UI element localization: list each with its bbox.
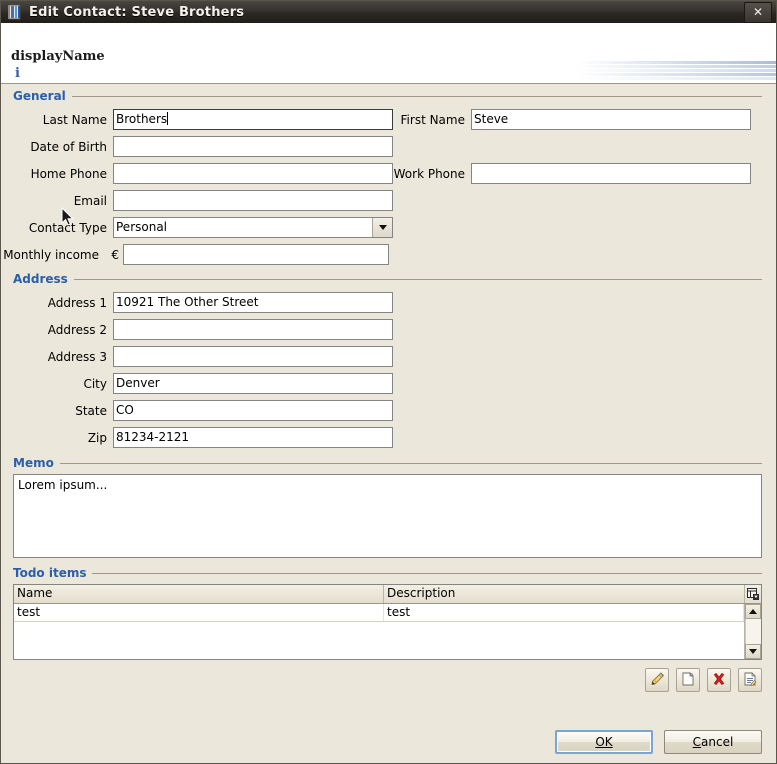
title-bar: Edit Contact: Steve Brothers ✕ (1, 1, 776, 23)
todo-group-title: Todo items (13, 566, 87, 580)
row-address3: Address 3 (1, 343, 776, 370)
new-document-icon (680, 671, 696, 690)
table-body: test test (14, 604, 761, 659)
address1-input[interactable]: 10921 The Other Street (113, 292, 393, 313)
new-item-button[interactable] (676, 668, 700, 692)
text-caret (167, 112, 169, 125)
scroll-down-arrow-icon[interactable] (745, 644, 761, 659)
cell-description: test (384, 604, 744, 621)
address-book-icon (7, 4, 23, 20)
row-address2: Address 2 (1, 316, 776, 343)
pencil-icon (649, 671, 665, 690)
monthly-income-label: Monthly income (3, 247, 99, 262)
column-header-description[interactable]: Description (384, 585, 745, 603)
cancel-mnemonic: C (692, 735, 702, 749)
row-dob: Date of Birth (1, 133, 776, 160)
row-email: Email (1, 187, 776, 214)
general-group-header: General (13, 88, 762, 104)
monthly-income-input[interactable] (123, 244, 389, 265)
edit-contact-dialog: Edit Contact: Steve Brothers ✕ displayNa… (0, 0, 777, 764)
memo-group-header: Memo (13, 455, 762, 471)
details-item-button[interactable] (738, 668, 762, 692)
city-input[interactable]: Denver (113, 373, 393, 394)
cancel-rest: ancel (701, 735, 734, 749)
group-divider (71, 95, 762, 97)
last-name-value: Brothers (116, 112, 168, 126)
column-chooser-icon[interactable] (745, 585, 761, 603)
row-phones: Home Phone Work Phone (1, 160, 776, 187)
ok-button-label: OK (595, 735, 613, 749)
row-zip: Zip 81234-2121 (1, 424, 776, 451)
first-name-label: First Name (400, 112, 465, 127)
address2-label: Address 2 (47, 322, 107, 337)
table-header-row: Name Description (14, 585, 761, 604)
group-divider (92, 572, 762, 574)
table-rows: test test (14, 604, 744, 659)
date-of-birth-input[interactable] (113, 136, 393, 157)
euro-currency-icon: € (111, 247, 119, 262)
state-input[interactable]: CO (113, 400, 393, 421)
email-label: Email (73, 193, 107, 208)
contact-type-value: Personal (114, 218, 372, 237)
date-of-birth-label: Date of Birth (30, 139, 107, 154)
address1-label: Address 1 (47, 295, 107, 310)
address2-input[interactable] (113, 319, 393, 340)
table-row[interactable]: test test (14, 604, 744, 622)
banner-decoration-stripes (576, 61, 776, 80)
address-group-title: Address (13, 272, 68, 286)
city-label: City (83, 376, 107, 391)
home-phone-label: Home Phone (30, 166, 107, 181)
column-header-name[interactable]: Name (14, 585, 384, 603)
first-name-input[interactable]: Steve (471, 109, 751, 130)
ok-button[interactable]: OK (555, 730, 653, 754)
row-monthly-income: Monthly income € (1, 241, 776, 268)
edit-item-button[interactable] (645, 668, 669, 692)
document-details-icon (742, 671, 758, 690)
zip-label: Zip (87, 430, 107, 445)
chevron-down-icon[interactable] (372, 218, 392, 237)
memo-textarea[interactable]: Lorem ipsum... (13, 474, 762, 558)
todo-items-table: Name Description test test (13, 584, 762, 660)
scroll-up-arrow-icon[interactable] (745, 604, 761, 619)
group-divider (73, 278, 762, 280)
close-icon[interactable]: ✕ (744, 1, 772, 23)
last-name-input[interactable]: Brothers (113, 109, 393, 130)
general-group-title: General (13, 89, 66, 103)
cancel-button-label: Cancel (693, 735, 734, 749)
address3-label: Address 3 (47, 349, 107, 364)
dialog-banner: displayName i (1, 23, 776, 84)
banner-title: displayName (11, 49, 105, 64)
todo-toolbar (1, 668, 762, 692)
window-title: Edit Contact: Steve Brothers (29, 4, 245, 20)
dialog-button-bar: OK Cancel (555, 730, 762, 754)
address-group-header: Address (13, 271, 762, 287)
memo-group-title: Memo (13, 456, 54, 470)
delete-item-button[interactable] (707, 668, 731, 692)
zip-input[interactable]: 81234-2121 (113, 427, 393, 448)
dialog-content: General Last Name Brothers First Name St… (1, 88, 776, 763)
contact-type-select[interactable]: Personal (113, 217, 393, 238)
group-divider (59, 462, 762, 464)
work-phone-label: Work Phone (393, 166, 465, 181)
state-label: State (75, 403, 107, 418)
home-phone-input[interactable] (113, 163, 393, 184)
address3-input[interactable] (113, 346, 393, 367)
row-contact-type: Contact Type Personal (1, 214, 776, 241)
cancel-button[interactable]: Cancel (664, 730, 762, 754)
last-name-label: Last Name (42, 112, 107, 127)
red-x-icon (711, 671, 727, 690)
scrollbar-track[interactable] (745, 619, 761, 644)
row-state: State CO (1, 397, 776, 424)
todo-group-header: Todo items (13, 565, 762, 581)
work-phone-input[interactable] (471, 163, 751, 184)
banner-subtitle: i (15, 66, 20, 81)
email-input[interactable] (113, 190, 393, 211)
cell-name: test (14, 604, 384, 621)
table-vertical-scrollbar[interactable] (744, 604, 761, 659)
row-address1: Address 1 10921 The Other Street (1, 289, 776, 316)
contact-type-label: Contact Type (28, 220, 107, 235)
row-names: Last Name Brothers First Name Steve (1, 106, 776, 133)
row-city: City Denver (1, 370, 776, 397)
